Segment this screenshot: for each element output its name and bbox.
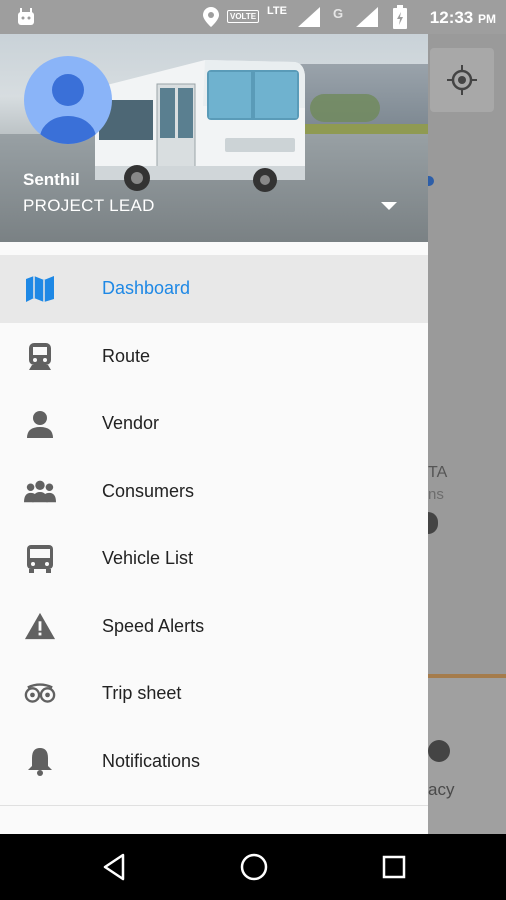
menu-item-dashboard[interactable]: Dashboard (0, 255, 428, 323)
person-icon (40, 74, 96, 144)
volte-badge: VOLTE (227, 10, 260, 23)
drawer-header: Senthil PROJECT LEAD (0, 34, 428, 242)
menu-item-label: Speed Alerts (102, 615, 205, 636)
signal-icon (298, 7, 320, 27)
menu-item-label: Consumers (102, 480, 195, 501)
menu-item-label: Vehicle List (102, 548, 194, 569)
navigation-drawer: Senthil PROJECT LEAD Dashboard Route Ven… (0, 34, 428, 834)
recents-icon[interactable] (381, 852, 407, 882)
lte-indicator: LTE (267, 5, 287, 17)
menu-item-consumers[interactable]: Consumers (0, 458, 428, 526)
menu-item-vehicle-list[interactable]: Vehicle List (0, 525, 428, 593)
menu-item-label: Route (102, 345, 151, 366)
account-dropdown-icon[interactable] (381, 202, 397, 210)
avatar[interactable] (24, 56, 112, 144)
menu-item-speed-alerts[interactable]: Speed Alerts (0, 593, 428, 661)
menu-item-label: Notifications (102, 750, 201, 771)
map-label: TA (428, 464, 448, 481)
drawer-menu: Dashboard Route Vendor Consumers Vehicle… (0, 255, 428, 795)
signal-icon-2 (356, 7, 378, 27)
user-name: Senthil (23, 170, 80, 189)
menu-item-label: Dashboard (102, 278, 191, 299)
background-trees (310, 94, 380, 122)
battery-icon (393, 5, 407, 29)
android-notification-icon (18, 8, 34, 25)
user-role: PROJECT LEAD (23, 196, 155, 215)
menu-item-label: Vendor (102, 413, 160, 434)
bell-icon (24, 745, 56, 777)
menu-item-vendor[interactable]: Vendor (0, 390, 428, 458)
menu-item-notifications[interactable]: Notifications (0, 728, 428, 796)
back-icon[interactable] (101, 852, 127, 882)
group-icon (24, 475, 56, 507)
network-type-indicator: G (333, 6, 344, 21)
map-label-sub: ns (428, 486, 444, 503)
warning-icon (24, 610, 56, 642)
crosshair-icon (447, 65, 477, 95)
status-bar: VOLTE LTE G 12:33 PM (0, 0, 506, 34)
bus-icon (24, 543, 56, 575)
navigation-bar (0, 834, 506, 900)
train-icon (24, 340, 56, 372)
header-bus-image (95, 60, 305, 192)
clock: 12:33 PM (429, 8, 496, 27)
menu-divider (0, 805, 428, 806)
menu-item-trip-sheet[interactable]: Trip sheet (0, 660, 428, 728)
my-location-button[interactable] (430, 48, 494, 112)
map-background: TA ns acy (422, 34, 506, 848)
map-icon (24, 273, 56, 305)
person-icon (24, 408, 56, 440)
home-icon[interactable] (239, 852, 269, 882)
menu-item-label: Trip sheet (102, 683, 182, 704)
menu-item-route[interactable]: Route (0, 323, 428, 391)
location-icon (203, 7, 219, 27)
tripadvisor-icon (24, 678, 56, 710)
stop-icon (428, 740, 450, 762)
panel-label: acy (428, 780, 455, 799)
